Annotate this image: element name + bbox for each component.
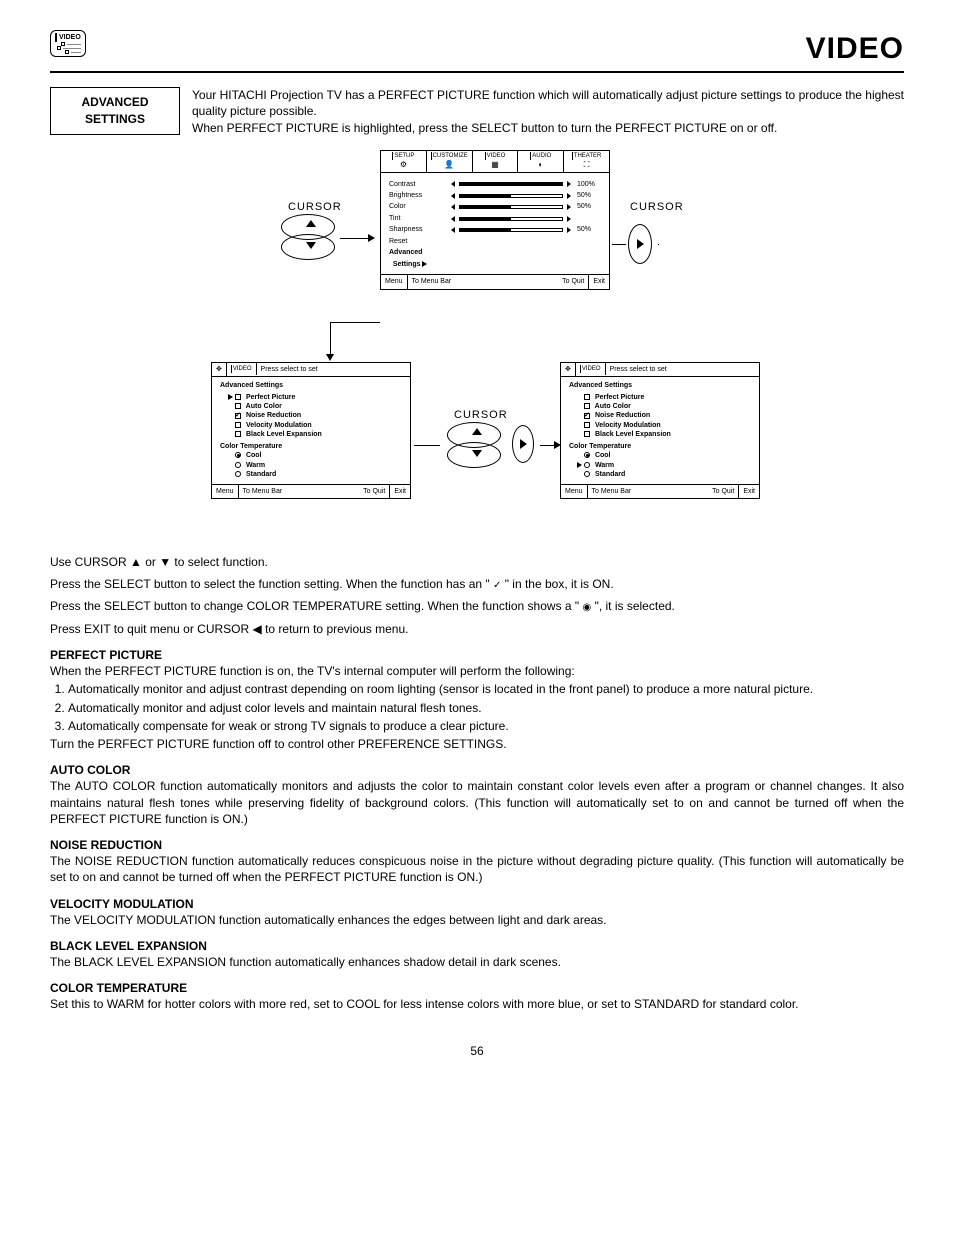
section-auto-color: AUTO COLOR The AUTO COLOR function autom… <box>50 762 904 827</box>
osd-main-menu: SETUP⚙CUSTOMIZE👤VIDEO▦AUDIO◐THEATER⛶ Con… <box>380 150 610 290</box>
page-title: VIDEO <box>50 29 904 74</box>
cursor-label-left: CURSOR <box>288 200 342 215</box>
section-black-level: BLACK LEVEL EXPANSION The BLACK LEVEL EX… <box>50 938 904 970</box>
section-velocity-modulation: VELOCITY MODULATION The VELOCITY MODULAT… <box>50 896 904 928</box>
section-perfect-picture: PERFECT PICTURE When the PERFECT PICTURE… <box>50 647 904 752</box>
cursor-right-middle <box>512 425 538 465</box>
osd-advanced-left: ✥ VIDEO Press select to set Advanced Set… <box>211 362 411 499</box>
section-label-box: ADVANCED SETTINGS <box>50 87 180 135</box>
intro-text: Your HITACHI Projection TV has a PERFECT… <box>192 87 904 136</box>
cursor-updown-middle <box>442 428 502 464</box>
instructions-block: Use CURSOR ▲ or ▼ to select function. Pr… <box>50 554 904 637</box>
section-color-temperature: COLOR TEMPERATURE Set this to WARM for h… <box>50 980 904 1012</box>
section-noise-reduction: NOISE REDUCTION The NOISE REDUCTION func… <box>50 837 904 886</box>
cursor-updown-left <box>276 220 336 256</box>
cursor-label-middle: CURSOR <box>454 408 508 423</box>
video-breadcrumb-icon: VIDEO <box>50 30 86 57</box>
cursor-right-top <box>628 224 658 264</box>
cursor-label-right: CURSOR <box>630 200 684 215</box>
osd-advanced-right: ✥ VIDEO Press select to set Advanced Set… <box>560 362 760 499</box>
page-number: 56 <box>50 1043 904 1059</box>
osd-diagram: SETUP⚙CUSTOMIZE👤VIDEO▦AUDIO◐THEATER⛶ Con… <box>50 150 904 540</box>
